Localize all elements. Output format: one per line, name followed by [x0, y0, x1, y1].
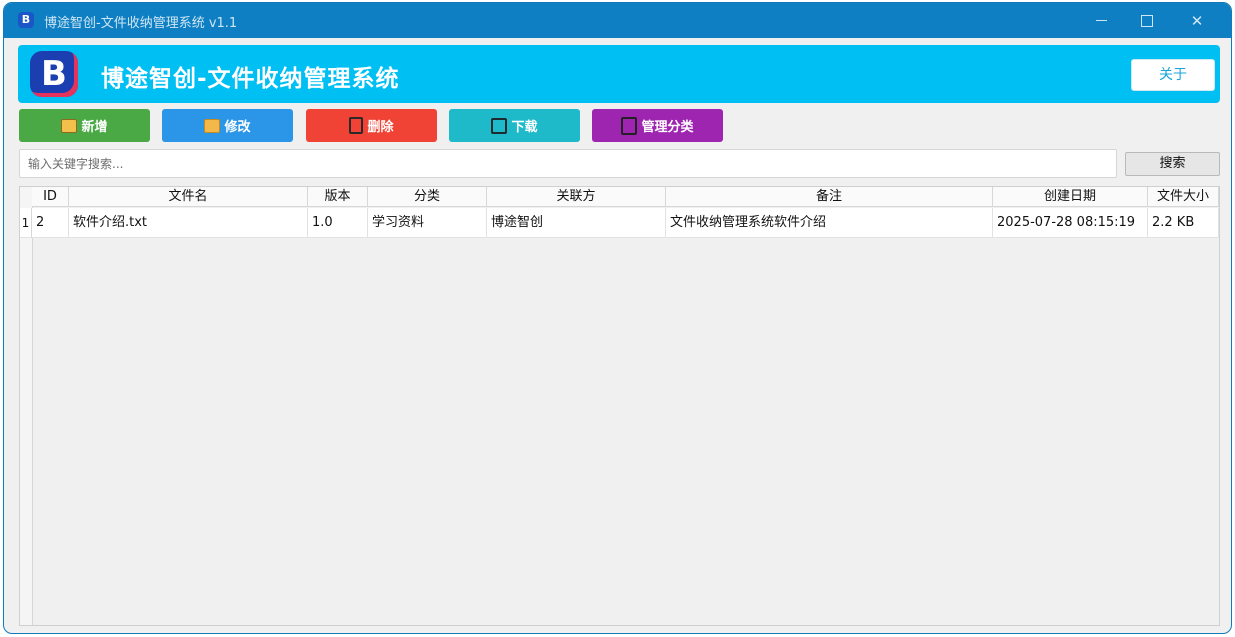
download-button-label: 下载: [511, 120, 538, 135]
edit-button-label: 修改: [224, 120, 251, 135]
app-icon: B: [18, 12, 34, 28]
close-button[interactable]: ✕: [1174, 3, 1220, 38]
app-title: 博途智创-文件收纳管理系统: [101, 66, 400, 92]
table-cell-file-size[interactable]: 2.2 KB: [1148, 208, 1219, 238]
column-header-remark[interactable]: 备注: [666, 187, 993, 207]
app-window: B 博途智创-文件收纳管理系统 v1.1 ✕ B 博途智创-文件收纳管理系统 关…: [3, 2, 1232, 634]
logo: B: [30, 51, 78, 97]
minimize-icon: [1095, 20, 1107, 21]
maximize-icon: [1141, 14, 1153, 27]
table-cell-id[interactable]: 2: [32, 208, 69, 238]
file-table[interactable]: ID 文件名 版本 分类 关联方 备注 创建日期 文件大小 1 2 软件介绍.t…: [19, 186, 1220, 626]
column-header-category[interactable]: 分类: [368, 187, 487, 207]
trash-icon: [349, 117, 364, 134]
search-input[interactable]: [19, 149, 1117, 178]
app-header: B 博途智创-文件收纳管理系统 关于: [18, 45, 1220, 103]
folder-plus-icon: [61, 118, 78, 133]
column-header-id[interactable]: ID: [32, 187, 69, 207]
table-cell-related-party[interactable]: 博途智创: [487, 208, 666, 238]
table-cell-created-date[interactable]: 2025-07-28 08:15:19: [993, 208, 1148, 238]
add-button-label: 新增: [81, 120, 108, 135]
maximize-button[interactable]: [1124, 3, 1170, 38]
row-header-column: [20, 187, 33, 625]
edit-button[interactable]: 修改: [162, 109, 293, 142]
download-button[interactable]: 下载: [449, 109, 580, 142]
save-icon: [491, 117, 508, 134]
window-title: 博途智创-文件收纳管理系统 v1.1: [44, 16, 238, 31]
table-cell-category[interactable]: 学习资料: [368, 208, 487, 238]
manage-category-button-label: 管理分类: [641, 120, 694, 135]
row-number[interactable]: 1: [20, 208, 32, 238]
table-cell-remark[interactable]: 文件收纳管理系统软件介绍: [666, 208, 993, 238]
title-bar[interactable]: B 博途智创-文件收纳管理系统 v1.1 ✕: [4, 3, 1231, 38]
about-button[interactable]: 关于: [1131, 59, 1215, 91]
manage-category-button[interactable]: 管理分类: [592, 109, 723, 142]
column-header-created-date[interactable]: 创建日期: [993, 187, 1148, 207]
delete-button-label: 删除: [367, 120, 394, 135]
delete-button[interactable]: 删除: [306, 109, 437, 142]
column-header-filename[interactable]: 文件名: [69, 187, 308, 207]
column-header-related-party[interactable]: 关联方: [487, 187, 666, 207]
category-icon: [621, 116, 638, 135]
search-button[interactable]: 搜索: [1125, 152, 1220, 176]
close-icon: ✕: [1190, 11, 1204, 30]
add-button[interactable]: 新增: [19, 109, 150, 142]
minimize-button[interactable]: [1078, 3, 1124, 38]
table-cell-version[interactable]: 1.0: [308, 208, 368, 238]
table-cell-filename[interactable]: 软件介绍.txt: [69, 208, 308, 238]
column-header-version[interactable]: 版本: [308, 187, 368, 207]
folder-icon: [204, 118, 221, 133]
column-header-file-size[interactable]: 文件大小: [1148, 187, 1219, 207]
